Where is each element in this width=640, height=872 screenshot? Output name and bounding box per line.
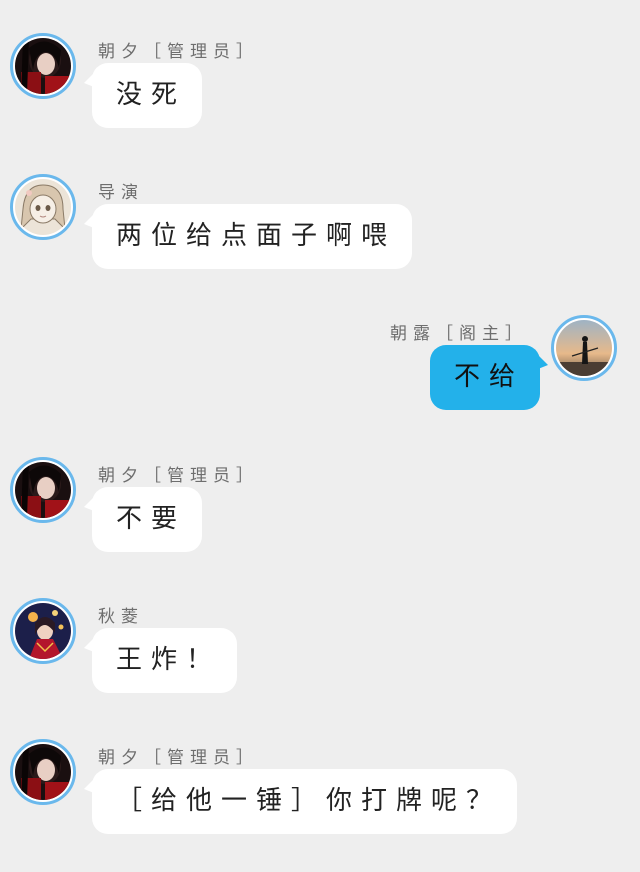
avatar[interactable] bbox=[10, 33, 76, 99]
message-bubble[interactable]: 王炸！ bbox=[92, 628, 238, 693]
sender-name: 朝夕［管理员］ bbox=[98, 466, 259, 486]
avatar[interactable] bbox=[10, 739, 76, 805]
sender-name: 朝夕［管理员］ bbox=[98, 748, 259, 768]
dark-haired-character-avatar-icon bbox=[15, 744, 71, 800]
lantern-night-avatar-icon bbox=[15, 603, 71, 659]
message-bubble[interactable]: 没死 bbox=[92, 63, 203, 128]
avatar[interactable] bbox=[10, 598, 76, 664]
message-bubble[interactable]: 不给 bbox=[429, 345, 540, 410]
sender-name: 朝露［阁主］ bbox=[390, 324, 528, 344]
avatar[interactable] bbox=[10, 457, 76, 523]
avatar[interactable] bbox=[10, 174, 76, 240]
chat-screen: 朝夕［管理员］ 没死 导演 两位给点面子啊喂 朝露［阁主］ 不给 朝夕［管理员］… bbox=[0, 0, 640, 872]
dark-haired-character-avatar-icon bbox=[15, 462, 71, 518]
sketch-girl-avatar-icon bbox=[15, 179, 71, 235]
sender-name: 秋菱 bbox=[98, 607, 144, 627]
sender-name: 朝夕［管理员］ bbox=[98, 42, 259, 62]
dark-haired-character-avatar-icon bbox=[15, 38, 71, 94]
avatar[interactable] bbox=[551, 315, 617, 381]
sunset-swordsman-avatar-icon bbox=[556, 320, 612, 376]
message-bubble[interactable]: ［给他一锤］你打牌呢？ bbox=[92, 769, 518, 834]
message-bubble[interactable]: 两位给点面子啊喂 bbox=[92, 204, 413, 269]
sender-name: 导演 bbox=[98, 183, 144, 203]
message-bubble[interactable]: 不要 bbox=[92, 487, 203, 552]
